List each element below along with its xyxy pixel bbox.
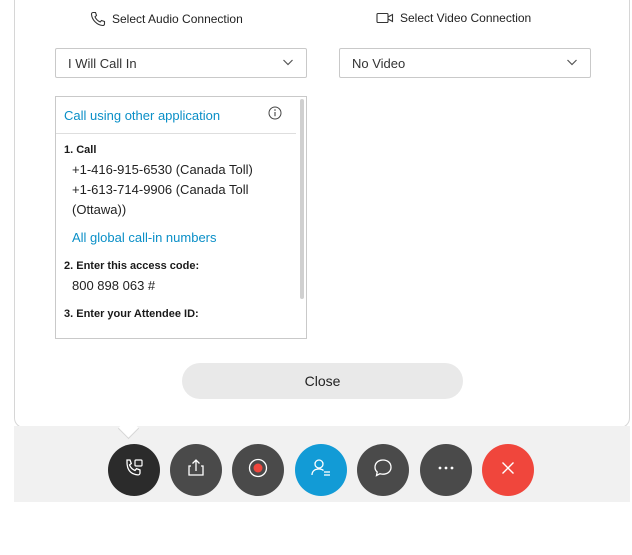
chat-button[interactable] bbox=[357, 444, 409, 496]
end-meeting-button[interactable] bbox=[482, 444, 534, 496]
global-numbers-link[interactable]: All global call-in numbers bbox=[72, 228, 284, 248]
video-select-value: No Video bbox=[352, 55, 406, 71]
audio-connection-icon bbox=[122, 456, 146, 485]
scrollbar[interactable] bbox=[300, 99, 304, 299]
more-icon bbox=[434, 456, 458, 485]
step-3-title: 3. Enter your Attendee ID: bbox=[64, 308, 199, 320]
video-camera-icon bbox=[376, 11, 394, 25]
participants-icon bbox=[309, 456, 333, 485]
chevron-down-icon bbox=[566, 56, 578, 71]
video-connection-header: Select Video Connection bbox=[376, 11, 531, 25]
phone-number-toronto: +1-416-915-6530 (Canada Toll) bbox=[72, 162, 253, 177]
end-meeting-icon bbox=[496, 456, 520, 485]
phone-icon bbox=[90, 11, 106, 27]
participants-button[interactable] bbox=[295, 444, 347, 496]
close-button[interactable]: Close bbox=[182, 363, 463, 399]
phone-number-ottawa: +1-613-714-9906 (Canada Toll (Ottawa)) bbox=[72, 182, 249, 217]
video-header-label: Select Video Connection bbox=[400, 11, 532, 25]
audio-connection-select[interactable]: I Will Call In bbox=[55, 48, 307, 78]
video-connection-select[interactable]: No Video bbox=[339, 48, 591, 78]
share-button[interactable] bbox=[170, 444, 222, 496]
step-1-title: 1. Call bbox=[64, 144, 97, 156]
chevron-down-icon bbox=[282, 56, 294, 71]
step-2-title: 2. Enter this access code: bbox=[64, 260, 200, 272]
access-code: 800 898 063 # bbox=[72, 278, 156, 293]
share-icon bbox=[184, 456, 208, 485]
audio-header-label: Select Audio Connection bbox=[112, 12, 243, 26]
record-icon bbox=[246, 456, 270, 485]
chat-icon bbox=[371, 456, 395, 485]
call-in-info-panel: Call using other application 1. Call +1-… bbox=[55, 96, 307, 339]
audio-connection-header: Select Audio Connection bbox=[90, 11, 243, 27]
audio-connection-button[interactable] bbox=[108, 444, 160, 496]
more-options-button[interactable] bbox=[420, 444, 472, 496]
call-other-app-link[interactable]: Call using other application bbox=[64, 108, 220, 123]
other-application-row: Call using other application bbox=[56, 97, 296, 134]
audio-select-value: I Will Call In bbox=[68, 55, 137, 71]
info-icon[interactable] bbox=[268, 106, 282, 125]
record-button[interactable] bbox=[232, 444, 284, 496]
